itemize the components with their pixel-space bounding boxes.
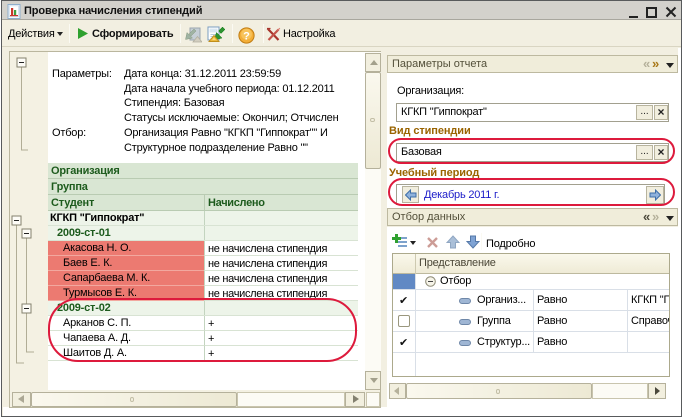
svg-text:?: ? — [243, 31, 250, 43]
